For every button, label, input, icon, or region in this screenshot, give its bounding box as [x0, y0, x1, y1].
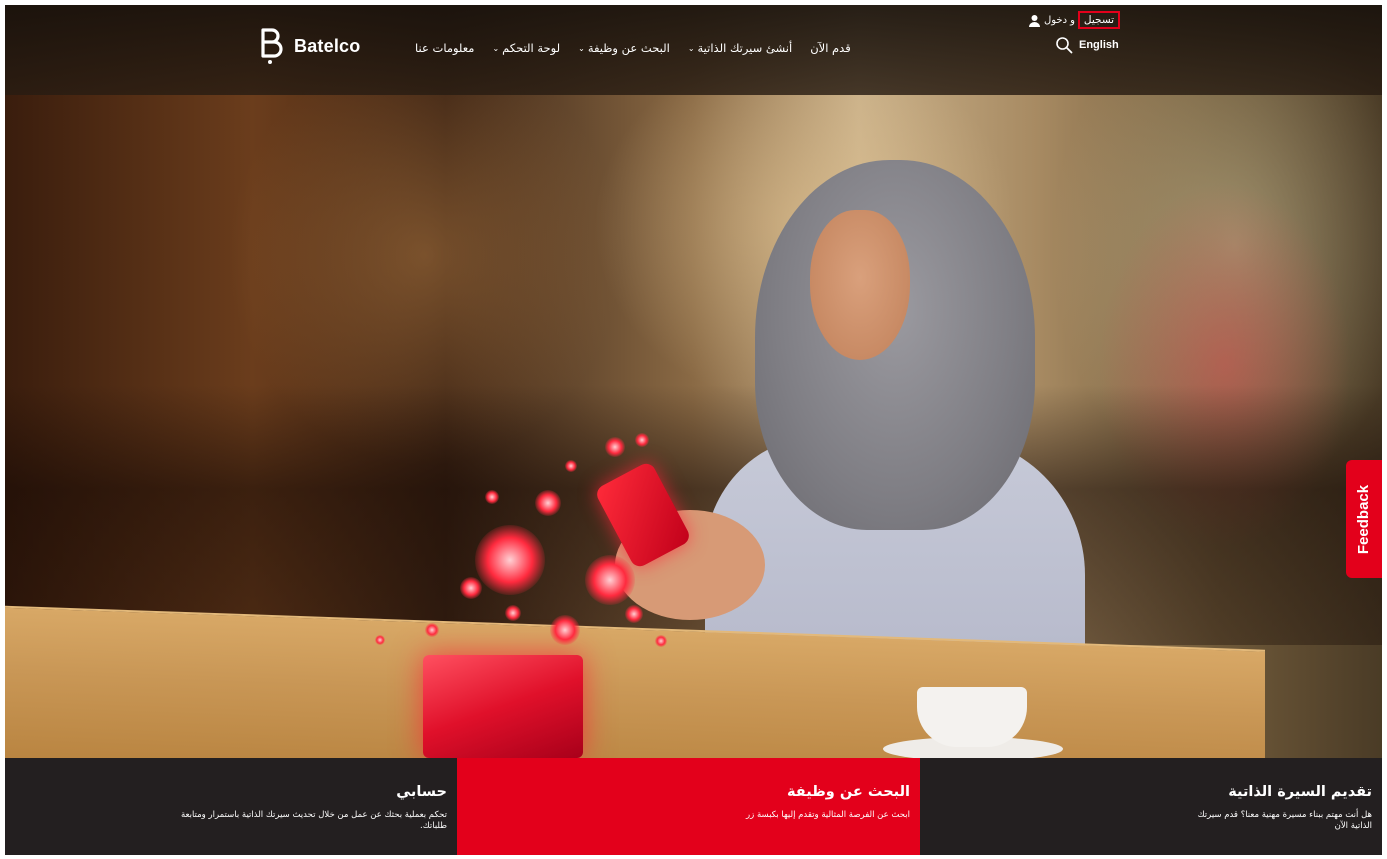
tile-text: هل أنت مهتم ببناء مسيرة مهنية معنا؟ قدم …	[1197, 810, 1372, 831]
tile-title: البحث عن وظيفة	[786, 784, 910, 800]
sparkle	[425, 623, 439, 637]
brand-name: Batelco	[294, 35, 361, 56]
nav-apply-now[interactable]: قدم الآن	[810, 41, 851, 55]
language-switch[interactable]: English	[1079, 39, 1119, 51]
user-icon	[1029, 14, 1040, 27]
sparkle	[635, 433, 649, 447]
nav-label: قدم الآن	[810, 41, 851, 55]
sparkle	[550, 615, 580, 645]
hero-person-hijab	[755, 160, 1035, 530]
nav-dashboard[interactable]: لوحة التحكم ⌄	[492, 41, 560, 55]
nav-label: لوحة التحكم	[502, 41, 561, 55]
brand-logo[interactable]: Batelco	[258, 27, 360, 65]
feedback-tab[interactable]: Feedback	[1346, 460, 1382, 578]
search-icon[interactable]	[1055, 36, 1073, 54]
nav-job-search[interactable]: البحث عن وظيفة ⌄	[578, 41, 670, 55]
sparkle	[605, 437, 625, 457]
nav-label: البحث عن وظيفة	[587, 41, 670, 55]
hero-red-cube	[423, 655, 583, 758]
batelco-logo-icon	[261, 28, 283, 64]
sparkle	[625, 605, 643, 623]
tile-title: تقديم السيرة الذاتية	[1228, 784, 1372, 800]
tile-title: حسابي	[396, 784, 447, 800]
sparkle	[375, 635, 385, 645]
register-link[interactable]: تسجيل	[1077, 11, 1121, 29]
nav-about-us[interactable]: معلومات عنا	[415, 41, 474, 55]
nav-label: معلومات عنا	[415, 41, 475, 55]
tile-my-account[interactable]: حسابي تحكم بعملية بحثك عن عمل من خلال تح…	[5, 758, 457, 855]
tile-text: تحكم بعملية بحثك عن عمل من خلال تحديث سي…	[180, 810, 447, 831]
sparkle	[535, 490, 561, 516]
nav-build-cv[interactable]: أنشئ سيرتك الذاتية ⌄	[688, 41, 792, 55]
login-link[interactable]: دخول	[1044, 15, 1067, 26]
tile-job-search[interactable]: البحث عن وظيفة ابحث عن الفرصة المثالية و…	[457, 758, 920, 855]
chevron-down-icon: ⌄	[492, 43, 500, 53]
sparkle	[485, 490, 499, 504]
tile-text: ابحث عن الفرصة المثالية وتقدم إليها بكبس…	[746, 810, 910, 820]
sparkle	[565, 460, 577, 472]
hero-image	[5, 5, 1382, 758]
hero-coffee-cup	[917, 687, 1027, 747]
page: Batelco معلومات عنا لوحة التحكم ⌄ البحث …	[5, 5, 1382, 855]
sparkle	[475, 525, 545, 595]
main-nav: معلومات عنا لوحة التحكم ⌄ البحث عن وظيفة…	[415, 41, 851, 55]
site-header: Batelco معلومات عنا لوحة التحكم ⌄ البحث …	[5, 5, 1382, 95]
sparkle	[505, 605, 521, 621]
auth-separator: و	[1070, 14, 1075, 26]
auth-links: تسجيل و دخول	[1028, 11, 1121, 29]
sparkle	[655, 635, 667, 647]
feedback-label: Feedback	[1355, 484, 1373, 554]
tile-submit-cv[interactable]: تقديم السيرة الذاتية هل أنت مهتم ببناء م…	[920, 758, 1382, 855]
feature-tiles: حسابي تحكم بعملية بحثك عن عمل من خلال تح…	[5, 758, 1382, 855]
sparkle	[585, 555, 635, 605]
hero-person-face	[810, 210, 910, 360]
utility-bar: English	[1055, 36, 1119, 54]
nav-label: أنشئ سيرتك الذاتية	[697, 41, 793, 55]
chevron-down-icon: ⌄	[687, 43, 695, 53]
chevron-down-icon: ⌄	[578, 43, 585, 53]
sparkle	[460, 577, 482, 599]
